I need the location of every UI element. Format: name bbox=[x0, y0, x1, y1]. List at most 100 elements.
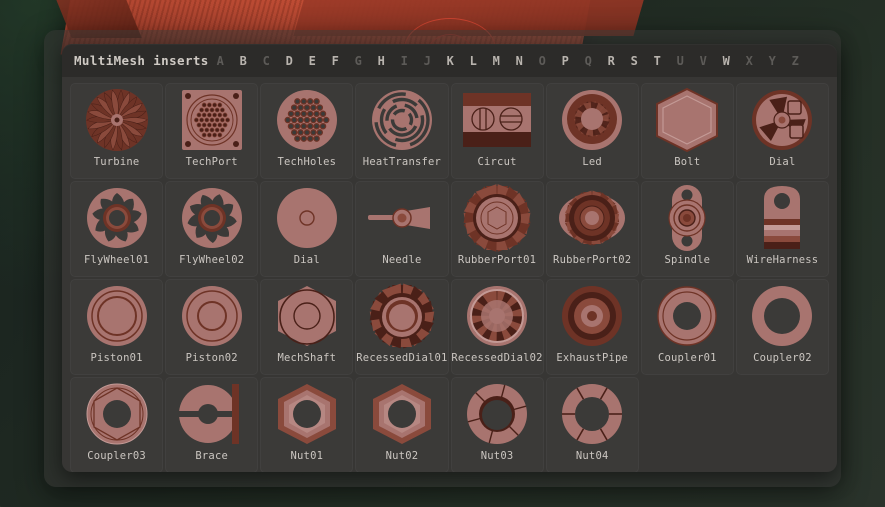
insert-cell-piston02[interactable]: Piston02 bbox=[165, 279, 258, 375]
nut04-icon bbox=[548, 377, 636, 451]
insert-cell-flywheel01[interactable]: FlyWheel01 bbox=[70, 181, 163, 277]
insert-label: Needle bbox=[382, 255, 421, 266]
insert-cell-nut04[interactable]: Nut04 bbox=[546, 377, 639, 472]
rubberport01-icon bbox=[453, 181, 541, 255]
insert-cell-turbine[interactable]: Turbine bbox=[70, 83, 163, 179]
insert-label: ExhaustPipe bbox=[556, 353, 628, 364]
insert-cell-circut[interactable]: Circut bbox=[451, 83, 544, 179]
insert-label: TechHoles bbox=[277, 157, 336, 168]
insert-label: Nut04 bbox=[576, 451, 609, 462]
alpha-filter-c[interactable]: C bbox=[255, 54, 278, 68]
circut-icon bbox=[453, 83, 541, 157]
insert-label: Spindle bbox=[664, 255, 710, 266]
alphabet-filter-bar[interactable]: ABCDEFGHIJKLMNOPQRSTUVWXYZ bbox=[209, 54, 807, 68]
alpha-filter-n[interactable]: N bbox=[508, 54, 531, 68]
insert-label: WireHarness bbox=[747, 255, 819, 266]
nut03-icon bbox=[453, 377, 541, 451]
alpha-filter-e[interactable]: E bbox=[301, 54, 324, 68]
alpha-filter-a[interactable]: A bbox=[209, 54, 232, 68]
insert-cell-bolt[interactable]: Bolt bbox=[641, 83, 734, 179]
insert-label: RecessedDial02 bbox=[451, 353, 542, 364]
insert-label: Coupler01 bbox=[658, 353, 717, 364]
rubberport02-icon bbox=[548, 181, 636, 255]
insert-label: RubberPort01 bbox=[458, 255, 536, 266]
insert-cell-recesseddial02[interactable]: RecessedDial02 bbox=[451, 279, 544, 375]
multimesh-inserts-panel[interactable]: MultiMesh inserts ABCDEFGHIJKLMNOPQRSTUV… bbox=[62, 44, 837, 472]
insert-cell-coupler03[interactable]: Coupler03 bbox=[70, 377, 163, 472]
insert-label: Piston02 bbox=[186, 353, 238, 364]
insert-cell-flywheel02[interactable]: FlyWheel02 bbox=[165, 181, 258, 277]
alpha-filter-j[interactable]: J bbox=[416, 54, 439, 68]
insert-label: FlyWheel02 bbox=[179, 255, 244, 266]
alpha-filter-y[interactable]: Y bbox=[761, 54, 784, 68]
insert-label: Nut01 bbox=[291, 451, 324, 462]
insert-label: MechShaft bbox=[277, 353, 336, 364]
recesseddial02-icon bbox=[453, 279, 541, 353]
needle-icon bbox=[358, 181, 446, 255]
alpha-filter-s[interactable]: S bbox=[623, 54, 646, 68]
insert-label: Dial bbox=[769, 157, 795, 168]
insert-cell-rubberport01[interactable]: RubberPort01 bbox=[451, 181, 544, 277]
insert-cell-empty bbox=[736, 377, 829, 472]
alpha-filter-o[interactable]: O bbox=[531, 54, 554, 68]
insert-cell-dial[interactable]: Dial bbox=[260, 181, 353, 277]
dial2-icon bbox=[263, 181, 351, 255]
insert-cell-techholes[interactable]: TechHoles bbox=[260, 83, 353, 179]
insert-label: Brace bbox=[195, 451, 228, 462]
alpha-filter-z[interactable]: Z bbox=[784, 54, 807, 68]
alpha-filter-b[interactable]: B bbox=[232, 54, 255, 68]
insert-cell-dial[interactable]: Dial bbox=[736, 83, 829, 179]
exhaustpipe-icon bbox=[548, 279, 636, 353]
insert-cell-mechshaft[interactable]: MechShaft bbox=[260, 279, 353, 375]
alpha-filter-u[interactable]: U bbox=[669, 54, 692, 68]
panel-title: MultiMesh inserts bbox=[74, 53, 209, 68]
insert-cell-exhaustpipe[interactable]: ExhaustPipe bbox=[546, 279, 639, 375]
insert-label: Coupler03 bbox=[87, 451, 146, 462]
wireharness-icon bbox=[738, 181, 826, 255]
insert-cell-recesseddial01[interactable]: RecessedDial01 bbox=[355, 279, 448, 375]
alpha-filter-d[interactable]: D bbox=[278, 54, 301, 68]
insert-cell-nut01[interactable]: Nut01 bbox=[260, 377, 353, 472]
alpha-filter-r[interactable]: R bbox=[600, 54, 623, 68]
insert-cell-coupler02[interactable]: Coupler02 bbox=[736, 279, 829, 375]
insert-cell-coupler01[interactable]: Coupler01 bbox=[641, 279, 734, 375]
alpha-filter-l[interactable]: L bbox=[462, 54, 485, 68]
alpha-filter-t[interactable]: T bbox=[646, 54, 669, 68]
alpha-filter-p[interactable]: P bbox=[554, 54, 577, 68]
alpha-filter-v[interactable]: V bbox=[692, 54, 715, 68]
insert-cell-needle[interactable]: Needle bbox=[355, 181, 448, 277]
insert-cell-led[interactable]: Led bbox=[546, 83, 639, 179]
insert-cell-nut03[interactable]: Nut03 bbox=[451, 377, 544, 472]
alpha-filter-w[interactable]: W bbox=[715, 54, 738, 68]
insert-label: RecessedDial01 bbox=[356, 353, 447, 364]
alpha-filter-k[interactable]: K bbox=[439, 54, 462, 68]
alpha-filter-g[interactable]: G bbox=[347, 54, 370, 68]
alpha-filter-q[interactable]: Q bbox=[577, 54, 600, 68]
insert-label: Bolt bbox=[674, 157, 700, 168]
insert-cell-piston01[interactable]: Piston01 bbox=[70, 279, 163, 375]
insert-cell-rubberport02[interactable]: RubberPort02 bbox=[546, 181, 639, 277]
nut01-icon bbox=[263, 377, 351, 451]
inserts-grid[interactable]: TurbineTechPort TechHoles HeatTransferCirc… bbox=[62, 77, 837, 472]
flywheel01-icon bbox=[73, 181, 161, 255]
insert-cell-techport[interactable]: TechPort bbox=[165, 83, 258, 179]
insert-label: Dial bbox=[294, 255, 320, 266]
alpha-filter-x[interactable]: X bbox=[738, 54, 761, 68]
insert-cell-heattransfer[interactable]: HeatTransfer bbox=[355, 83, 448, 179]
alpha-filter-i[interactable]: I bbox=[393, 54, 416, 68]
insert-cell-wireharness[interactable]: WireHarness bbox=[736, 181, 829, 277]
alpha-filter-m[interactable]: M bbox=[485, 54, 508, 68]
nut02-icon bbox=[358, 377, 446, 451]
insert-label: Piston01 bbox=[90, 353, 142, 364]
insert-cell-spindle[interactable]: Spindle bbox=[641, 181, 734, 277]
spindle-icon bbox=[643, 181, 731, 255]
insert-label: Nut02 bbox=[386, 451, 419, 462]
insert-cell-nut02[interactable]: Nut02 bbox=[355, 377, 448, 472]
techport-icon bbox=[168, 83, 256, 157]
recesseddial01-icon bbox=[358, 279, 446, 353]
piston02-icon bbox=[168, 279, 256, 353]
alpha-filter-h[interactable]: H bbox=[370, 54, 393, 68]
alpha-filter-f[interactable]: F bbox=[324, 54, 347, 68]
brace-icon bbox=[168, 377, 256, 451]
insert-cell-brace[interactable]: Brace bbox=[165, 377, 258, 472]
